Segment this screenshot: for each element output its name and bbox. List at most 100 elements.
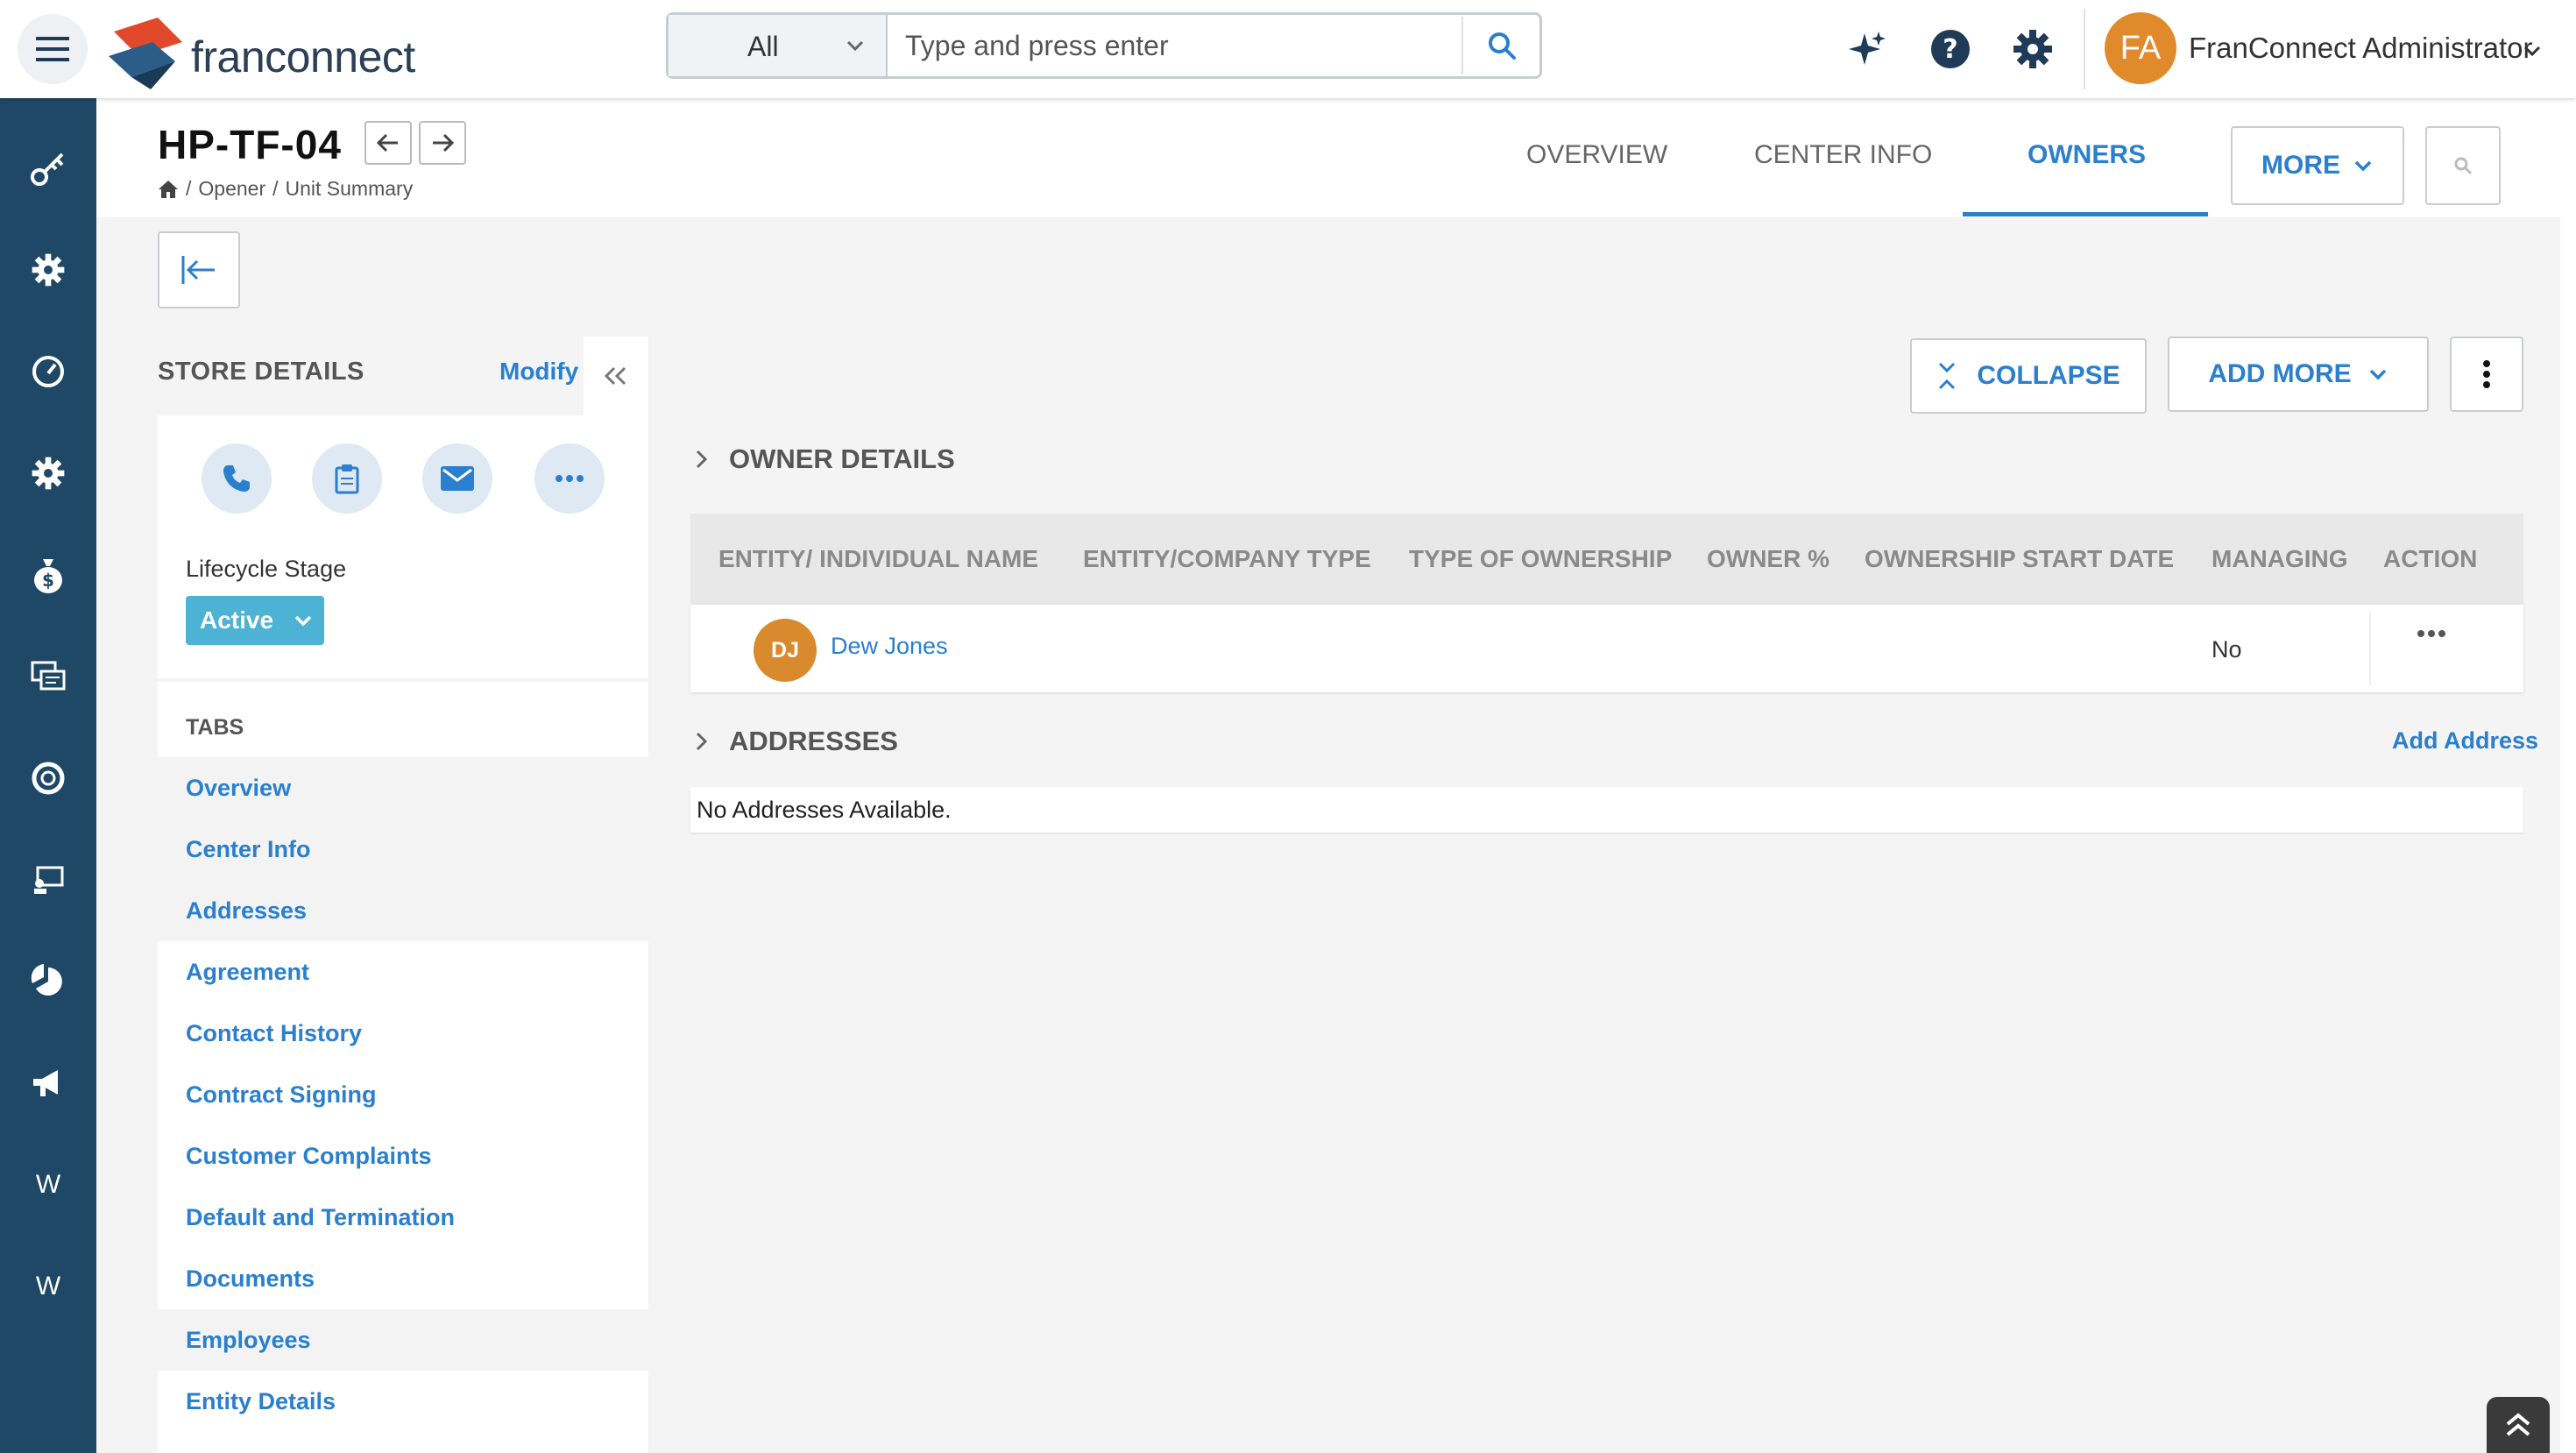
column-header[interactable]: OWNER % (1707, 545, 1829, 573)
breadcrumb-item-unit-summary[interactable]: Unit Summary (286, 177, 414, 201)
next-record-button[interactable] (419, 121, 466, 165)
add-more-button[interactable]: ADD MORE (2168, 337, 2429, 412)
lifecycle-stage-select[interactable]: Active (186, 596, 324, 645)
left-nav: $ W W (0, 98, 96, 1453)
sidebar-tab-addresses[interactable]: Addresses (158, 880, 648, 941)
more-label: MORE (2261, 151, 2340, 180)
global-search: All (666, 12, 1542, 79)
help-icon[interactable]: ? (1929, 28, 1971, 70)
training-icon[interactable] (22, 854, 74, 906)
tab-owners[interactable]: OWNERS (2028, 140, 2146, 170)
user-name[interactable]: FranConnect Administrator (2189, 32, 2533, 65)
support-icon[interactable] (22, 752, 74, 804)
lifecycle-stage-label: Lifecycle Stage (186, 556, 347, 582)
page-title: HP-TF-04 (158, 122, 342, 167)
sidebar-tab-center-info[interactable]: Center Info (158, 819, 648, 880)
add-address-link[interactable]: Add Address (2392, 727, 2538, 755)
sidebar-tab-customer-complaints[interactable]: Customer Complaints (158, 1125, 648, 1187)
search-input[interactable] (905, 24, 1396, 67)
phone-icon (221, 463, 252, 494)
collapse-panel-button[interactable] (158, 231, 240, 308)
search-button[interactable] (2425, 126, 2501, 205)
owner-details-title: OWNER DETAILS (729, 443, 955, 474)
arrow-right-icon (429, 131, 456, 154)
sidebar-tab-entity-details[interactable]: Entity Details (158, 1371, 648, 1432)
tabs-panel: TABS Overview Center Info Addresses Agre… (158, 682, 648, 1453)
nav-item-w[interactable]: W (22, 1260, 74, 1313)
column-header: ACTION (2383, 545, 2478, 572)
money-bag-icon[interactable]: $ (22, 549, 74, 601)
sidebar-tab-default-and-termination[interactable]: Default and Termination (158, 1187, 648, 1248)
user-avatar[interactable]: FA (2105, 12, 2176, 84)
scroll-to-top-button[interactable] (2487, 1397, 2550, 1453)
sidebar-tab-contact-history[interactable]: Contact History (158, 1003, 648, 1064)
collapse-sidebar-button[interactable] (584, 337, 648, 415)
owner-avatar: DJ (754, 619, 817, 682)
more-tabs-button[interactable]: MORE (2231, 126, 2404, 205)
megaphone-icon[interactable] (22, 1057, 74, 1109)
chevron-down-icon[interactable] (2522, 40, 2543, 61)
email-icon (440, 465, 475, 492)
collapse-button[interactable]: COLLAPSE (1910, 338, 2147, 414)
svg-text:$: $ (42, 570, 54, 591)
addresses-header[interactable]: ADDRESSES (694, 726, 898, 757)
breadcrumb-item-opener[interactable]: Opener (198, 177, 265, 201)
store-details-card: Lifecycle Stage Active (158, 415, 648, 678)
double-chevron-up-icon (2502, 1412, 2534, 1438)
tabs-heading: TABS (186, 715, 244, 740)
table-row: DJ Dew Jones No (690, 605, 2523, 692)
ai-sparkle-icon[interactable] (1847, 30, 1887, 70)
more-actions-button[interactable] (534, 443, 605, 514)
owners-table-header: ENTITY/ INDIVIDUAL NAME ENTITY/COMPANY T… (690, 514, 2523, 605)
settings-gear-icon[interactable] (2012, 28, 2054, 70)
tab-center-info[interactable]: CENTER INFO (1754, 140, 1932, 170)
home-icon[interactable] (158, 180, 179, 199)
row-actions-ellipsis-icon[interactable] (2417, 629, 2446, 638)
chat-icon[interactable] (22, 650, 74, 703)
store-details-title: STORE DETAILS (158, 358, 364, 386)
sidebar-tab-contract-signing[interactable]: Contract Signing (158, 1064, 648, 1125)
analytics-icon[interactable] (22, 955, 74, 1008)
sidebar-tab-agreement[interactable]: Agreement (158, 941, 648, 1003)
chevron-right-icon (694, 730, 710, 753)
sidebar-tab-employees[interactable]: Employees (158, 1309, 648, 1371)
previous-record-button[interactable] (364, 121, 412, 165)
column-header[interactable]: OWNERSHIP START DATE (1865, 545, 2174, 573)
add-more-label: ADD MORE (2208, 359, 2352, 388)
collapse-label: COLLAPSE (1977, 361, 2120, 390)
more-options-button[interactable] (2450, 337, 2523, 412)
column-header[interactable]: TYPE OF OWNERSHIP (1409, 545, 1672, 573)
email-button[interactable] (422, 443, 492, 514)
dashboard-icon[interactable] (22, 345, 74, 398)
column-header[interactable]: ENTITY/ INDIVIDUAL NAME (718, 545, 1038, 573)
notes-button[interactable] (312, 443, 382, 514)
gear-icon[interactable] (22, 244, 74, 296)
arrow-left-icon (375, 131, 401, 154)
column-header[interactable]: MANAGING O (2212, 545, 2352, 573)
sidebar-tab-documents[interactable]: Documents (158, 1248, 648, 1309)
nav-item-w[interactable]: W (22, 1159, 74, 1211)
chevron-down-icon (844, 34, 867, 57)
chevron-down-icon (293, 610, 314, 631)
hamburger-menu-icon[interactable] (18, 14, 88, 84)
collapse-arrows-icon (1936, 362, 1957, 390)
sidebar-tab-overview[interactable]: Overview (158, 757, 648, 819)
settings-icon[interactable] (22, 447, 74, 500)
search-scope-dropdown[interactable]: All (669, 15, 888, 76)
svg-text:?: ? (1943, 34, 1957, 65)
tab-overview[interactable]: OVERVIEW (1526, 140, 1667, 170)
phone-button[interactable] (202, 443, 272, 514)
addresses-title: ADDRESSES (729, 726, 898, 756)
managing-owner-value: No (2212, 636, 2242, 663)
scrollbar-track[interactable] (2560, 98, 2576, 1453)
owner-name-link[interactable]: Dew Jones (831, 633, 948, 660)
search-scope-label: All (747, 31, 779, 62)
key-icon[interactable] (22, 142, 74, 195)
column-header[interactable]: ENTITY/COMPANY TYPE (1083, 545, 1371, 573)
owner-details-header[interactable]: OWNER DETAILS (694, 443, 955, 475)
breadcrumb-separator: / (272, 177, 279, 200)
active-tab-indicator (1963, 212, 2208, 216)
clipboard-icon (334, 463, 360, 494)
modify-link[interactable]: Modify (499, 358, 578, 386)
search-icon[interactable] (1461, 17, 1540, 74)
